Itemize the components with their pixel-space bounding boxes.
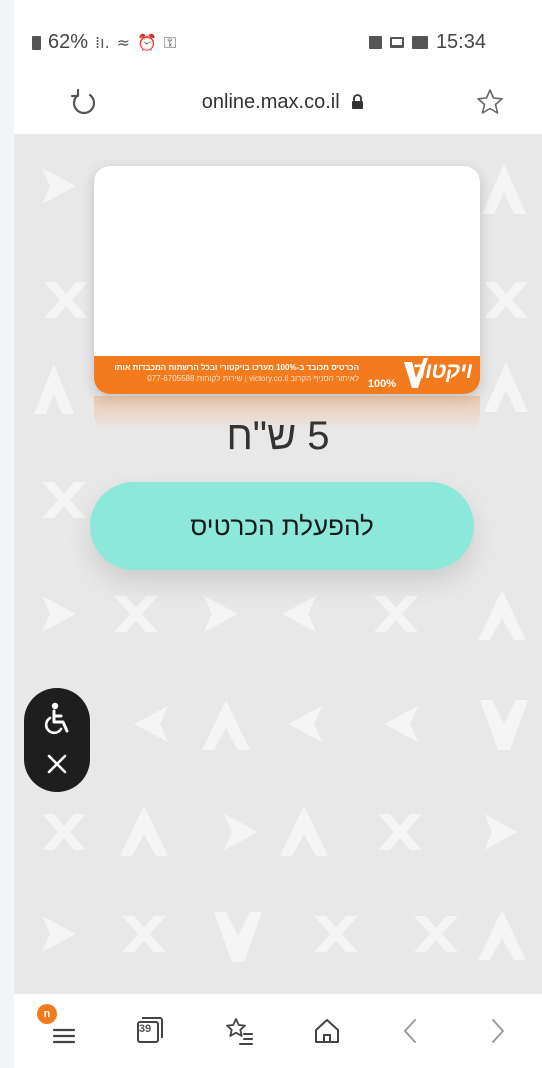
battery-icon	[32, 35, 41, 50]
bookmark-star-icon[interactable]	[474, 86, 506, 118]
card-banner: הכרטיס מכובד ב-100% מערכו בויקטורי ובכל …	[94, 356, 480, 394]
notification-icon	[368, 36, 382, 49]
alarm-icon: ⏰	[137, 33, 157, 52]
back-button[interactable]	[394, 1014, 428, 1048]
forward-button[interactable]	[480, 1014, 514, 1048]
chevron-left-icon	[404, 1019, 416, 1043]
url-field[interactable]: online.max.co.il	[14, 91, 542, 114]
clock-time: 15:34	[435, 31, 486, 53]
page-content: הכרטיס מכובד ב-100% מערכו בויקטורי ובכל …	[14, 134, 542, 994]
left-edge	[0, 0, 14, 1068]
banner-line-1: הכרטיס מכובד ב-100% מערכו בויקטורי ובכל …	[114, 363, 359, 372]
screen: 62% ⁞ı. ≈ ⏰ ⚿ 15:34 online.max.co.il הכר…	[0, 0, 542, 1068]
banner-text: הכרטיס מכובד ב-100% מערכו בויקטורי ובכל …	[104, 362, 359, 384]
signal-icon: ⁞ı.	[95, 33, 110, 52]
activate-card-button[interactable]: להפעלת הכרטיס	[90, 482, 474, 570]
bookmarks-button[interactable]	[222, 1014, 256, 1048]
lock-icon	[352, 94, 364, 109]
url-text: online.max.co.il	[201, 91, 340, 113]
laptop-icon	[389, 37, 404, 48]
tab-count: 39	[138, 1023, 152, 1035]
status-left: 62% ⁞ı. ≈ ⏰ ⚿	[32, 31, 176, 54]
browser-bottom-bar: n 39	[14, 994, 542, 1068]
menu-badge: n	[37, 1004, 57, 1024]
battery-level: 62%	[48, 31, 89, 53]
banner-line-2: לאיתור הסניף הקרוב victory.co.il | שירות…	[147, 374, 359, 383]
image-icon	[411, 36, 428, 49]
status-right: 15:34	[368, 31, 486, 54]
chevron-right-icon	[492, 1019, 504, 1043]
home-icon	[315, 1019, 339, 1043]
gift-card-image: הכרטיס מכובד ב-100% מערכו בויקטורי ובכל …	[94, 166, 480, 394]
home-button[interactable]	[310, 1014, 344, 1048]
wifi-icon: ≈	[116, 33, 131, 52]
accessibility-widget[interactable]	[24, 688, 90, 792]
brand-logo-icon	[404, 358, 428, 388]
tabs-button[interactable]: 39	[132, 1014, 166, 1048]
bookmarks-star-list-icon	[226, 1018, 253, 1045]
brand-percent: 100%	[367, 378, 396, 390]
status-bar: 62% ⁞ı. ≈ ⏰ ⚿ 15:34	[14, 0, 542, 72]
address-bar: online.max.co.il	[14, 72, 542, 134]
close-icon[interactable]	[45, 752, 69, 776]
key-icon: ⚿	[163, 32, 177, 52]
wheelchair-icon[interactable]	[41, 702, 73, 736]
card-price: 5 ש"ח	[226, 414, 330, 458]
